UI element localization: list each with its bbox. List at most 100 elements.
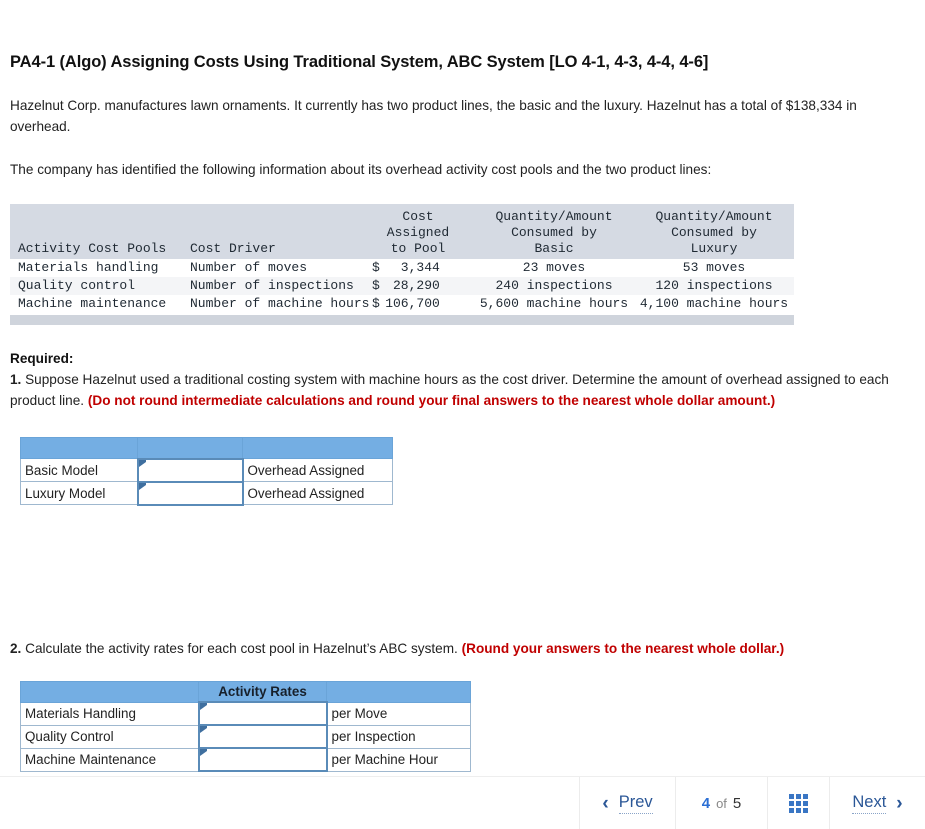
cell-luxury: 4,100 machine hours [639, 296, 789, 312]
row-unit-per-move: per Move [326, 701, 471, 726]
table-row: Basic Model Overhead Assigned [20, 457, 393, 483]
next-label: Next [852, 793, 887, 814]
lead-in-paragraph: The company has identified the following… [10, 162, 712, 177]
input-cell-basic-overhead[interactable] [136, 457, 244, 483]
row-unit-luxury: Overhead Assigned [242, 481, 393, 506]
pagination-navbar: ‹ Prev 4 of 5 Next › [0, 777, 925, 829]
cell-cost: $28,290 [362, 277, 474, 295]
table-row: Quality Control per Inspection [20, 724, 471, 750]
basic-overhead-input[interactable] [138, 459, 242, 481]
grid-view-icon [789, 793, 808, 813]
requirement-2-note: (Round your answers to the nearest whole… [461, 640, 785, 656]
question-page: PA4-1 (Algo) Assigning Costs Using Tradi… [0, 0, 925, 829]
header-cell-blank-1 [20, 437, 138, 460]
total-pages-number: 5 [732, 794, 742, 812]
chevron-left-icon: ‹ [602, 792, 609, 814]
currency-symbol: $ [372, 277, 380, 293]
row-unit-per-inspection: per Inspection [326, 724, 471, 749]
materials-handling-rate-input[interactable] [199, 703, 326, 725]
header-cell-blank-2 [137, 437, 243, 460]
cell-flag-icon [199, 703, 207, 711]
luxury-overhead-input[interactable] [138, 482, 242, 504]
cell-basic: 23 moves [522, 259, 586, 275]
cost-pool-table-wrapper: Activity Cost Pools Cost Driver Cost Ass… [10, 204, 794, 326]
cell-luxury: 53 moves [682, 259, 746, 275]
row-unit-per-machine-hour: per Machine Hour [326, 747, 471, 772]
col-header-cost-assigned: Cost Assigned to Pool [362, 204, 474, 259]
currency-symbol: $ [372, 259, 380, 275]
overhead-assigned-table: Basic Model Overhead Assigned Luxury Mod… [20, 437, 393, 506]
chevron-right-icon: › [896, 792, 903, 814]
cell-flag-icon [199, 726, 207, 734]
table-header-row [20, 437, 393, 460]
cell-pool: Machine maintenance [18, 296, 167, 312]
table-horizontal-scrollbar[interactable] [10, 314, 794, 326]
input-cell-quality-control-rate[interactable] [197, 724, 328, 750]
col-header-consumed-basic: Quantity/Amount Consumed by Basic [474, 204, 634, 259]
header-cell-blank-3 [242, 437, 393, 460]
row-label-materials-handling: Materials Handling [20, 701, 199, 726]
intro-paragraph: Hazelnut Corp. manufactures lawn ornamen… [10, 98, 857, 134]
next-button[interactable]: Next › [829, 777, 925, 829]
cell-basic: 5,600 machine hours [479, 296, 629, 312]
table-header-row: Activity Rates [20, 680, 471, 703]
of-label: of [716, 795, 727, 811]
cell-flag-icon [138, 459, 146, 467]
page-counter: 4 of 5 [675, 777, 767, 829]
cell-flag-icon [138, 482, 146, 490]
cell-cost-value: 28,290 [393, 277, 440, 293]
cell-driver: Number of machine hours [190, 296, 370, 312]
requirement-2-number: 2. [10, 640, 22, 656]
table-row: Quality control Number of inspections $2… [10, 276, 794, 296]
cell-pool: Materials handling [18, 259, 159, 275]
question-content: PA4-1 (Algo) Assigning Costs Using Tradi… [0, 0, 925, 773]
cell-cost-value: 106,700 [385, 296, 440, 312]
cell-cost: $3,344 [362, 259, 474, 277]
table-row: Machine maintenance Number of machine ho… [10, 295, 794, 313]
header-cell-blank-1 [20, 680, 199, 703]
cost-pool-table: Activity Cost Pools Cost Driver Cost Ass… [10, 204, 794, 313]
cell-driver: Number of moves [190, 259, 308, 275]
requirement-1-number: 1. [10, 372, 22, 388]
input-cell-luxury-overhead[interactable] [136, 480, 244, 506]
current-page-number: 4 [701, 794, 711, 812]
cost-pool-table-head: Activity Cost Pools Cost Driver Cost Ass… [10, 204, 794, 259]
cell-flag-icon [199, 749, 207, 757]
quality-control-rate-input[interactable] [199, 726, 326, 748]
row-label-luxury-model: Luxury Model [20, 481, 138, 506]
cell-cost-value: 3,344 [400, 259, 440, 275]
row-label-machine-maintenance: Machine Maintenance [20, 747, 199, 772]
requirement-2-text: 2. Calculate the activity rates for each… [10, 506, 915, 659]
col-header-cost-driver: Cost Driver [182, 204, 362, 259]
page-title: PA4-1 (Algo) Assigning Costs Using Tradi… [10, 53, 709, 71]
table-header-row: Activity Cost Pools Cost Driver Cost Ass… [10, 204, 794, 259]
grid-view-button[interactable] [767, 777, 829, 829]
input-cell-machine-maintenance-rate[interactable] [197, 747, 328, 773]
cell-driver: Number of inspections [190, 277, 354, 293]
col-header-activity-cost-pools: Activity Cost Pools [10, 204, 182, 259]
cell-pool: Quality control [18, 277, 136, 293]
requirement-1-note: (Do not round intermediate calculations … [87, 393, 776, 409]
required-heading: Required: [10, 351, 74, 367]
header-cell-activity-rates: Activity Rates [198, 680, 327, 703]
requirement-2-body: Calculate the activity rates for each co… [21, 640, 462, 656]
currency-symbol: $ [372, 296, 380, 312]
table-row: Materials Handling per Move [20, 701, 471, 727]
col-header-consumed-luxury: Quantity/Amount Consumed by Luxury [634, 204, 794, 259]
prev-button[interactable]: ‹ Prev [579, 777, 675, 829]
machine-maintenance-rate-input[interactable] [199, 749, 326, 771]
header-cell-blank-3 [326, 680, 471, 703]
activity-rates-table: Activity Rates Materials Handling per Mo… [20, 680, 471, 773]
cell-cost: $106,700 [362, 295, 474, 313]
table-row: Luxury Model Overhead Assigned [20, 480, 393, 506]
input-cell-materials-handling-rate[interactable] [197, 701, 328, 727]
cost-pool-table-body: Materials handling Number of moves $3,34… [10, 259, 794, 314]
row-unit-basic: Overhead Assigned [242, 458, 393, 483]
table-row: Materials handling Number of moves $3,34… [10, 259, 794, 277]
row-label-basic-model: Basic Model [20, 458, 138, 483]
table-row: Machine Maintenance per Machine Hour [20, 747, 471, 773]
cell-basic: 240 inspections [495, 277, 613, 293]
cell-luxury: 120 inspections [655, 277, 773, 293]
requirement-1-text: 1. Suppose Hazelnut used a traditional c… [10, 368, 915, 411]
prev-label: Prev [618, 793, 653, 814]
